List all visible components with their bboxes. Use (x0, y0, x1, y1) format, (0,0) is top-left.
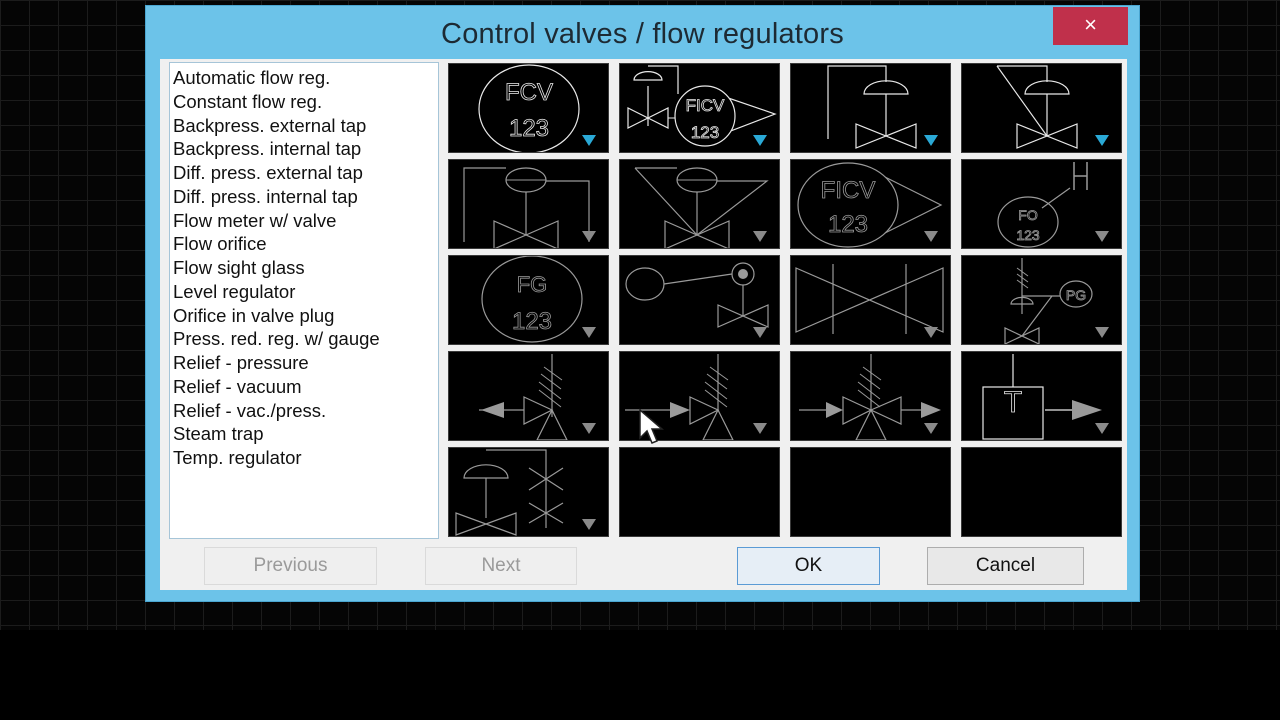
dropdown-arrow-icon[interactable] (753, 423, 767, 434)
dropdown-arrow-icon[interactable] (582, 231, 596, 242)
dropdown-arrow-icon[interactable] (924, 327, 938, 338)
list-item[interactable]: Press. red. reg. w/ gauge (170, 327, 438, 351)
symbol-label: 123 (828, 211, 868, 238)
symbol-tile-flow-meter-w-valve[interactable]: FICV 123 (790, 159, 951, 249)
list-item[interactable]: Relief - vacuum (170, 375, 438, 399)
list-item[interactable]: Relief - pressure (170, 351, 438, 375)
symbol-label: PG (1066, 287, 1086, 303)
list-item[interactable]: Constant flow reg. (170, 90, 438, 114)
symbol-label: 123 (691, 123, 719, 142)
symbol-tile-flow-orifice[interactable]: FO 123 (961, 159, 1122, 249)
symbol-tile-steam-trap[interactable]: T (961, 351, 1122, 441)
empty-tile (961, 447, 1122, 537)
symbol-label: T (1004, 386, 1022, 419)
symbol-tile-grid: FCV 123 FICV 123 FICV 123 FO 123 FG 123 PG T (448, 63, 1124, 539)
symbol-label: 123 (1016, 227, 1040, 243)
symbol-tile-temp-regulator[interactable] (448, 447, 609, 537)
symbol-tile-constant-flow-reg[interactable]: FICV 123 (619, 63, 780, 153)
control-valves-dialog: Control valves / flow regulators × Autom… (145, 5, 1140, 602)
previous-button[interactable]: Previous (204, 547, 377, 585)
list-item[interactable]: Flow orifice (170, 232, 438, 256)
symbol-label: FG (517, 272, 548, 297)
dropdown-arrow-icon[interactable] (1095, 327, 1109, 338)
symbol-label: FICV (821, 177, 876, 204)
close-button[interactable]: × (1053, 7, 1128, 45)
symbol-tile-flow-sight-glass[interactable]: FG 123 (448, 255, 609, 345)
list-item[interactable]: Orifice in valve plug (170, 304, 438, 328)
list-item[interactable]: Relief - vac./press. (170, 399, 438, 423)
dropdown-arrow-icon[interactable] (753, 327, 767, 338)
symbol-tile-automatic-flow-reg[interactable]: FCV 123 (448, 63, 609, 153)
list-item[interactable]: Level regulator (170, 280, 438, 304)
dropdown-arrow-icon[interactable] (1095, 231, 1109, 242)
list-item[interactable]: Automatic flow reg. (170, 66, 438, 90)
dropdown-arrow-icon[interactable] (1095, 135, 1109, 146)
symbol-label: 123 (512, 308, 552, 335)
empty-tile (790, 447, 951, 537)
dialog-body: Automatic flow reg. Constant flow reg. Bac… (160, 59, 1127, 590)
mouse-cursor-icon (639, 408, 665, 444)
symbol-tile-level-regulator[interactable] (619, 255, 780, 345)
dropdown-arrow-icon[interactable] (753, 135, 767, 146)
symbol-tile-diff-press-internal-tap[interactable] (619, 159, 780, 249)
cad-command-area (0, 630, 1280, 720)
dropdown-arrow-icon[interactable] (924, 135, 938, 146)
symbol-tile-press-red-reg-w-gauge[interactable]: PG (961, 255, 1122, 345)
symbol-label: FICV (686, 96, 725, 115)
list-item[interactable]: Diff. press. internal tap (170, 185, 438, 209)
dropdown-arrow-icon[interactable] (582, 423, 596, 434)
ok-button[interactable]: OK (737, 547, 880, 585)
symbol-label: 123 (509, 115, 549, 142)
dialog-title: Control valves / flow regulators (441, 18, 844, 50)
dropdown-arrow-icon[interactable] (753, 231, 767, 242)
dropdown-arrow-icon[interactable] (1095, 423, 1109, 434)
close-icon: × (1084, 12, 1097, 37)
list-item[interactable]: Diff. press. external tap (170, 161, 438, 185)
list-item[interactable]: Flow sight glass (170, 256, 438, 280)
symbol-tile-backpress-external-tap[interactable] (790, 63, 951, 153)
symbol-list[interactable]: Automatic flow reg. Constant flow reg. Bac… (169, 62, 439, 539)
list-item[interactable]: Backpress. external tap (170, 114, 438, 138)
dropdown-arrow-icon[interactable] (924, 423, 938, 434)
symbol-label: FO (1018, 207, 1038, 223)
list-item[interactable]: Steam trap (170, 422, 438, 446)
cancel-button[interactable]: Cancel (927, 547, 1084, 585)
list-item[interactable]: Backpress. internal tap (170, 137, 438, 161)
dropdown-arrow-icon[interactable] (924, 231, 938, 242)
symbol-tile-relief-pressure[interactable] (448, 351, 609, 441)
dropdown-arrow-icon[interactable] (582, 327, 596, 338)
symbol-tile-orifice-in-valve-plug[interactable] (790, 255, 951, 345)
dropdown-arrow-icon[interactable] (582, 135, 596, 146)
symbol-tile-backpress-internal-tap[interactable] (961, 63, 1122, 153)
dropdown-arrow-icon[interactable] (582, 519, 596, 530)
symbol-tile-relief-vac-press[interactable] (790, 351, 951, 441)
symbol-tile-diff-press-external-tap[interactable] (448, 159, 609, 249)
list-item[interactable]: Flow meter w/ valve (170, 209, 438, 233)
next-button[interactable]: Next (425, 547, 577, 585)
list-item[interactable]: Temp. regulator (170, 446, 438, 470)
symbol-label: FCV (505, 79, 553, 106)
empty-tile (619, 447, 780, 537)
